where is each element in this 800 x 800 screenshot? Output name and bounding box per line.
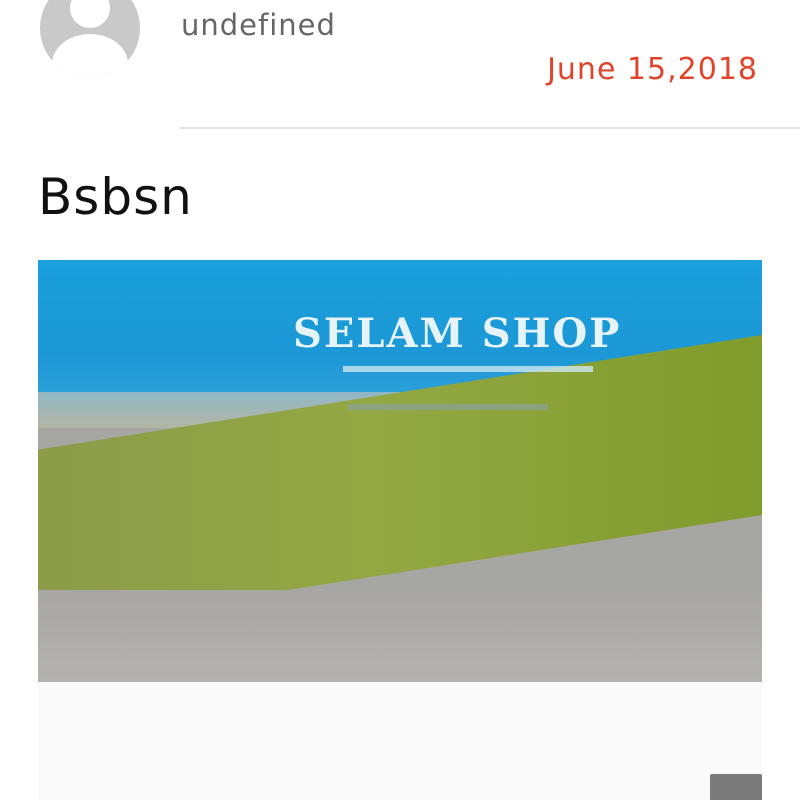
next-content-area [38, 682, 762, 800]
post-image[interactable]: SELAM SHOP [38, 260, 762, 682]
post-card: undefined June 15,2018 Bsbsn SELAM SHOP [0, 0, 800, 800]
image-shop-title: SELAM SHOP [293, 310, 622, 357]
corner-button[interactable] [710, 774, 762, 800]
image-subtitle-line [343, 366, 593, 372]
image-road [38, 590, 762, 682]
post-title[interactable]: Bsbsn [38, 168, 193, 226]
post-date: June 15,2018 [547, 52, 758, 87]
user-avatar-icon[interactable] [40, 0, 140, 78]
avatar-shoulders [52, 34, 128, 78]
header-divider [180, 127, 800, 129]
author-name[interactable]: undefined [181, 8, 336, 42]
image-caption-line [348, 404, 548, 410]
avatar-head [70, 0, 110, 28]
